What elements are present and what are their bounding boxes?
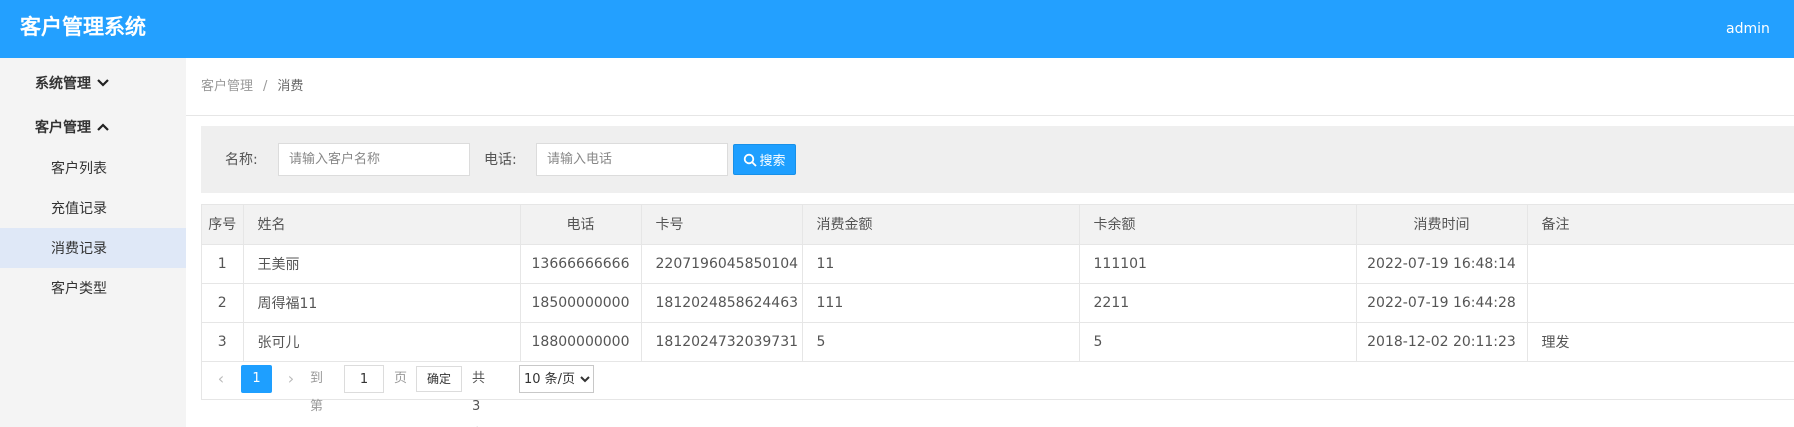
user-menu[interactable]: admin	[1726, 19, 1770, 39]
column-header: 序号	[202, 205, 244, 245]
column-header: 消费金额	[802, 205, 1080, 245]
cell-index: 1	[202, 244, 244, 284]
cell-name: 周得福11	[243, 283, 521, 323]
table-header-row: 序号 姓名 电话 卡号 消费金额 卡余额 消费时间 备注	[202, 205, 1794, 245]
cell-phone: 18500000000	[520, 283, 642, 323]
name-search-input[interactable]	[278, 143, 470, 176]
cell-time: 2022-07-19 16:48:14	[1356, 244, 1528, 284]
cell-balance: 111101	[1079, 244, 1357, 284]
next-page-button[interactable]: ›	[283, 365, 299, 393]
sidebar-group-customer[interactable]: 客户管理	[0, 105, 186, 149]
chevron-up-icon	[97, 123, 109, 131]
search-button-label: 搜索	[759, 154, 786, 169]
table-row[interactable]: 3 张可儿 18800000000 1812024732039731 5 5 2…	[202, 322, 1794, 362]
cell-card-number: 1812024858624463	[641, 283, 803, 323]
goto-label: 到第	[310, 371, 324, 414]
name-label: 名称:	[225, 152, 258, 168]
goto-page-input[interactable]	[344, 365, 384, 393]
sidebar-item-customer-list[interactable]: 客户列表	[0, 148, 186, 188]
cell-balance: 2211	[1079, 283, 1357, 323]
cell-balance: 5	[1079, 322, 1357, 362]
page-size-select[interactable]: 10 条/页	[519, 365, 594, 393]
cell-card-number: 2207196045850104	[641, 244, 803, 284]
top-header: 客户管理系统 admin	[0, 0, 1794, 58]
goto-confirm-button[interactable]: 确定	[416, 366, 462, 392]
table-row[interactable]: 1 王美丽 13666666666 2207196045850104 11 11…	[202, 244, 1794, 284]
total-count: 共 3 条	[472, 371, 486, 414]
cell-amount: 11	[802, 244, 1080, 284]
sidebar-item-label: 消费记录	[51, 241, 107, 257]
table-row[interactable]: 2 周得福11 18500000000 1812024858624463 111…	[202, 283, 1794, 323]
sidebar-group-label: 客户管理	[35, 120, 91, 136]
sidebar-item-label: 客户列表	[51, 161, 107, 177]
app-title: 客户管理系统	[20, 15, 146, 39]
page-unit-label: 页	[394, 371, 408, 386]
column-header: 卡号	[641, 205, 803, 245]
cell-remark	[1527, 244, 1794, 284]
chevron-down-icon	[97, 79, 109, 87]
column-header: 电话	[520, 205, 642, 245]
phone-search-input[interactable]	[536, 143, 728, 176]
page-number-current[interactable]: 1	[241, 365, 272, 393]
cell-phone: 13666666666	[520, 244, 642, 284]
cell-name: 张可儿	[243, 322, 521, 362]
sidebar-item-label: 充值记录	[51, 201, 107, 217]
column-header: 消费时间	[1356, 205, 1528, 245]
column-header: 卡余额	[1079, 205, 1357, 245]
sidebar: 系统管理 客户管理 客户列表 充值记录 消费记录 客户类型	[0, 58, 186, 427]
cell-amount: 5	[802, 322, 1080, 362]
cell-card-number: 1812024732039731	[641, 322, 803, 362]
cell-phone: 18800000000	[520, 322, 642, 362]
breadcrumb-parent[interactable]: 客户管理	[201, 79, 253, 94]
search-panel: 名称: 电话: 搜索	[201, 126, 1794, 193]
breadcrumb-separator: /	[263, 79, 268, 94]
sidebar-item-label: 客户类型	[51, 281, 107, 297]
sidebar-item-consumption-records[interactable]: 消费记录	[0, 228, 186, 268]
cell-index: 2	[202, 283, 244, 323]
cell-name: 王美丽	[243, 244, 521, 284]
cell-time: 2022-07-19 16:44:28	[1356, 283, 1528, 323]
cell-remark: 理发	[1527, 322, 1794, 362]
breadcrumb-current: 消费	[277, 79, 304, 94]
prev-page-button[interactable]: ‹	[213, 365, 229, 393]
column-header: 备注	[1527, 205, 1794, 245]
sidebar-group-system[interactable]: 系统管理	[0, 61, 186, 105]
sidebar-item-recharge-records[interactable]: 充值记录	[0, 188, 186, 228]
phone-label: 电话:	[484, 152, 517, 168]
search-icon	[744, 153, 758, 167]
sidebar-item-customer-types[interactable]: 客户类型	[0, 268, 186, 308]
cell-index: 3	[202, 322, 244, 362]
sidebar-group-label: 系统管理	[35, 76, 91, 92]
cell-remark	[1527, 283, 1794, 323]
breadcrumb: 客户管理 / 消费	[201, 78, 303, 96]
search-button[interactable]: 搜索	[733, 144, 796, 175]
cell-amount: 111	[802, 283, 1080, 323]
header-divider	[186, 115, 1794, 116]
cell-time: 2018-12-02 20:11:23	[1356, 322, 1528, 362]
column-header: 姓名	[243, 205, 521, 245]
